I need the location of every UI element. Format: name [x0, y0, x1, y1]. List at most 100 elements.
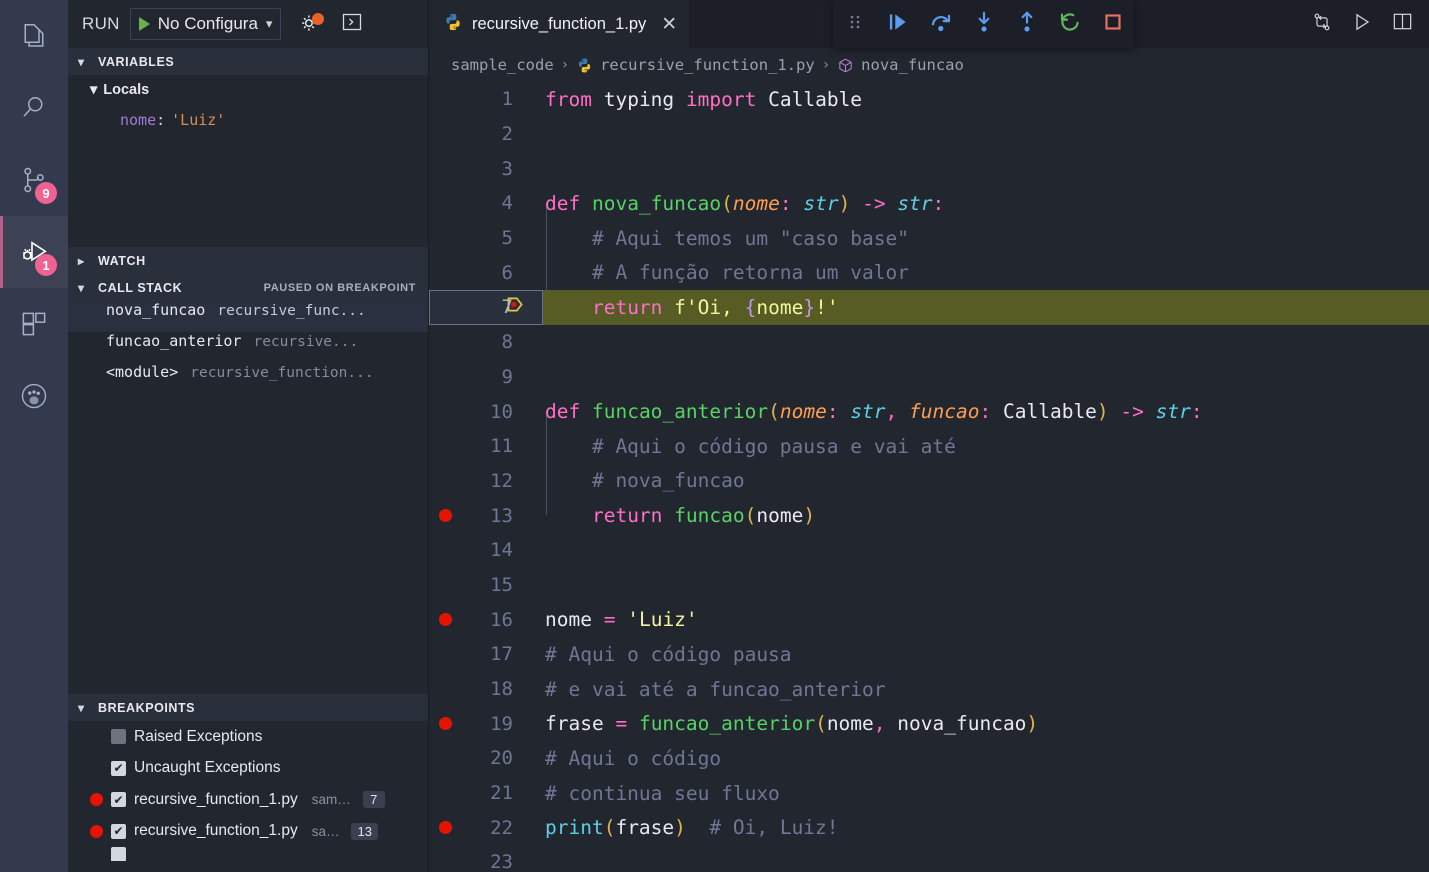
- chevron-down-icon[interactable]: ▾: [266, 16, 273, 32]
- code-line[interactable]: 8: [429, 325, 1429, 360]
- code-line[interactable]: 13 return funcao(nome): [429, 498, 1429, 533]
- code-line[interactable]: 2: [429, 117, 1429, 152]
- gutter[interactable]: [429, 509, 461, 523]
- code-line[interactable]: 5 # Aqui temos um "caso base": [429, 221, 1429, 256]
- breakpoint-row[interactable]: Raised Exceptions: [68, 721, 428, 753]
- stop-button[interactable]: [1091, 0, 1134, 48]
- code-line[interactable]: 21 # continua seu fluxo: [429, 776, 1429, 811]
- step-into-button[interactable]: [962, 0, 1005, 48]
- code-line[interactable]: 22 print(frase) # Oi, Luiz!: [429, 810, 1429, 845]
- sidebar-item-source-control[interactable]: 9: [0, 144, 68, 216]
- breakpoint-checkbox[interactable]: ✔: [111, 792, 126, 808]
- debug-configuration-selector[interactable]: No Configura ▾: [129, 8, 282, 40]
- run-toolbar: RUN No Configura ▾: [68, 0, 428, 48]
- code-line[interactable]: 12 # nova_funcao: [429, 464, 1429, 499]
- code-line[interactable]: 3: [429, 151, 1429, 186]
- gutter[interactable]: [429, 717, 461, 731]
- code-line[interactable]: 15: [429, 568, 1429, 603]
- code-line[interactable]: 23: [429, 845, 1429, 872]
- compare-changes-button[interactable]: [1305, 0, 1339, 48]
- gutter[interactable]: [429, 821, 461, 835]
- breadcrumb-item-symbol[interactable]: nova_funcao: [861, 56, 964, 74]
- sidebar-item-run-and-debug[interactable]: 1: [0, 216, 68, 288]
- code-line[interactable]: 1 from typing import Callable: [429, 82, 1429, 117]
- line-number: 11: [490, 435, 513, 458]
- breakpoint-row[interactable]: ✔ recursive_function_1.py sam… 7: [68, 784, 428, 816]
- tab-title: recursive_function_1.py: [472, 15, 647, 33]
- step-out-button[interactable]: [1005, 0, 1048, 48]
- section-header-call-stack[interactable]: ▾ CALL STACK PAUSED ON BREAKPOINT: [68, 274, 428, 301]
- run-debug-badge: 1: [35, 254, 57, 276]
- continue-button[interactable]: [876, 0, 919, 48]
- code-line[interactable]: 14: [429, 533, 1429, 568]
- open-launch-settings-button[interactable]: [293, 7, 327, 41]
- code-line[interactable]: 6 # A função retorna um valor: [429, 255, 1429, 290]
- section-header-variables[interactable]: ▾ VARIABLES: [68, 48, 428, 75]
- call-stack-frame[interactable]: nova_funcao recursive_func...: [68, 301, 428, 332]
- call-stack-frame[interactable]: <module> recursive_function...: [68, 363, 428, 394]
- split-editor-button[interactable]: [1385, 0, 1419, 48]
- code-line[interactable]: 18 # e vai até a funcao_anterior: [429, 672, 1429, 707]
- line-content: # Aqui o código pausa e vai até: [545, 434, 956, 458]
- restart-button[interactable]: [1048, 0, 1091, 48]
- breakpoints-body: Raised Exceptions ✔ Uncaught Exceptions …: [68, 721, 428, 872]
- line-content: # Aqui o código pausa: [545, 642, 792, 666]
- breakpoint-row[interactable]: ✔ Uncaught Exceptions: [68, 753, 428, 785]
- breakpoint-dot-icon[interactable]: [438, 717, 452, 731]
- sidebar-item-search[interactable]: [0, 72, 68, 144]
- editor-actions: [1305, 0, 1429, 48]
- breakpoint-checkbox[interactable]: ✔: [111, 760, 126, 776]
- breakpoint-dot-icon[interactable]: [438, 613, 452, 627]
- code-line[interactable]: 11 # Aqui o código pausa e vai até: [429, 429, 1429, 464]
- drag-handle[interactable]: [833, 0, 876, 48]
- gutter[interactable]: [429, 271, 523, 343]
- breakpoint-line-number: 13: [351, 822, 378, 840]
- breakpoint-checkbox[interactable]: [111, 729, 126, 745]
- breakpoint-label: recursive_function_1.py: [134, 822, 298, 840]
- code-line[interactable]: 20 # Aqui o código: [429, 741, 1429, 776]
- section-header-breakpoints[interactable]: ▾ BREAKPOINTS: [68, 694, 428, 721]
- breakpoint-dot-icon[interactable]: [438, 509, 452, 523]
- line-number: 22: [490, 816, 513, 839]
- frame-file: recursive_func...: [217, 303, 366, 319]
- code-line[interactable]: 4 def nova_funcao(nome: str) -> str:: [429, 186, 1429, 221]
- breakpoint-checkbox[interactable]: ✔: [111, 823, 126, 839]
- breakpoint-dot-icon[interactable]: [438, 821, 452, 835]
- grip-icon: [848, 12, 862, 37]
- sidebar-item-explorer[interactable]: [0, 0, 68, 72]
- code-line[interactable]: 17 # Aqui o código pausa: [429, 637, 1429, 672]
- breakpoint-label: Raised Exceptions: [134, 727, 263, 745]
- code-line[interactable]: 9: [429, 360, 1429, 395]
- line-number: 14: [490, 539, 513, 562]
- breakpoint-checkbox[interactable]: [111, 847, 126, 861]
- close-icon[interactable]: ✕: [661, 15, 677, 34]
- code-line[interactable]: 10 def funcao_anterior(nome: str, funcao…: [429, 394, 1429, 429]
- sidebar-item-extensions[interactable]: [0, 288, 68, 360]
- code-line[interactable]: 16 nome = 'Luiz': [429, 602, 1429, 637]
- scope-locals[interactable]: ▾ Locals: [68, 75, 428, 105]
- call-stack-status: PAUSED ON BREAKPOINT: [263, 281, 416, 294]
- breakpoint-label: Uncaught Exceptions: [134, 759, 281, 777]
- play-icon[interactable]: [138, 17, 150, 31]
- python-icon: [443, 12, 463, 37]
- gutter[interactable]: [429, 613, 461, 627]
- line-content: # continua seu fluxo: [545, 781, 780, 805]
- breadcrumb-item-file[interactable]: recursive_function_1.py: [600, 56, 815, 74]
- tab-recursive-function-1[interactable]: recursive_function_1.py ✕: [429, 0, 690, 48]
- breakpoint-line-number: 7: [362, 791, 385, 809]
- code-editor[interactable]: 1 from typing import Callable 2 3 4 def …: [429, 82, 1429, 872]
- open-debug-console-button[interactable]: [335, 7, 369, 41]
- breakpoint-row-partial[interactable]: [68, 847, 428, 861]
- variable-row[interactable]: nome: 'Luiz': [68, 105, 428, 135]
- run-python-file-button[interactable]: [1345, 0, 1379, 48]
- breadcrumb-item-folder[interactable]: sample_code: [451, 56, 554, 74]
- call-stack-frame[interactable]: funcao_anterior recursive...: [68, 332, 428, 363]
- code-line-current-execution[interactable]: 7 return f'Oi, {nome}!': [429, 290, 1429, 325]
- step-over-button[interactable]: [919, 0, 962, 48]
- line-content: return funcao(nome): [591, 504, 816, 528]
- variable-separator: :: [156, 111, 166, 129]
- code-line[interactable]: 19 frase = funcao_anterior(nome, nova_fu…: [429, 706, 1429, 741]
- section-header-watch[interactable]: ▸ WATCH: [68, 247, 428, 274]
- breakpoint-row[interactable]: ✔ recursive_function_1.py sa… 13: [68, 816, 428, 848]
- sidebar-item-paw[interactable]: [0, 360, 68, 432]
